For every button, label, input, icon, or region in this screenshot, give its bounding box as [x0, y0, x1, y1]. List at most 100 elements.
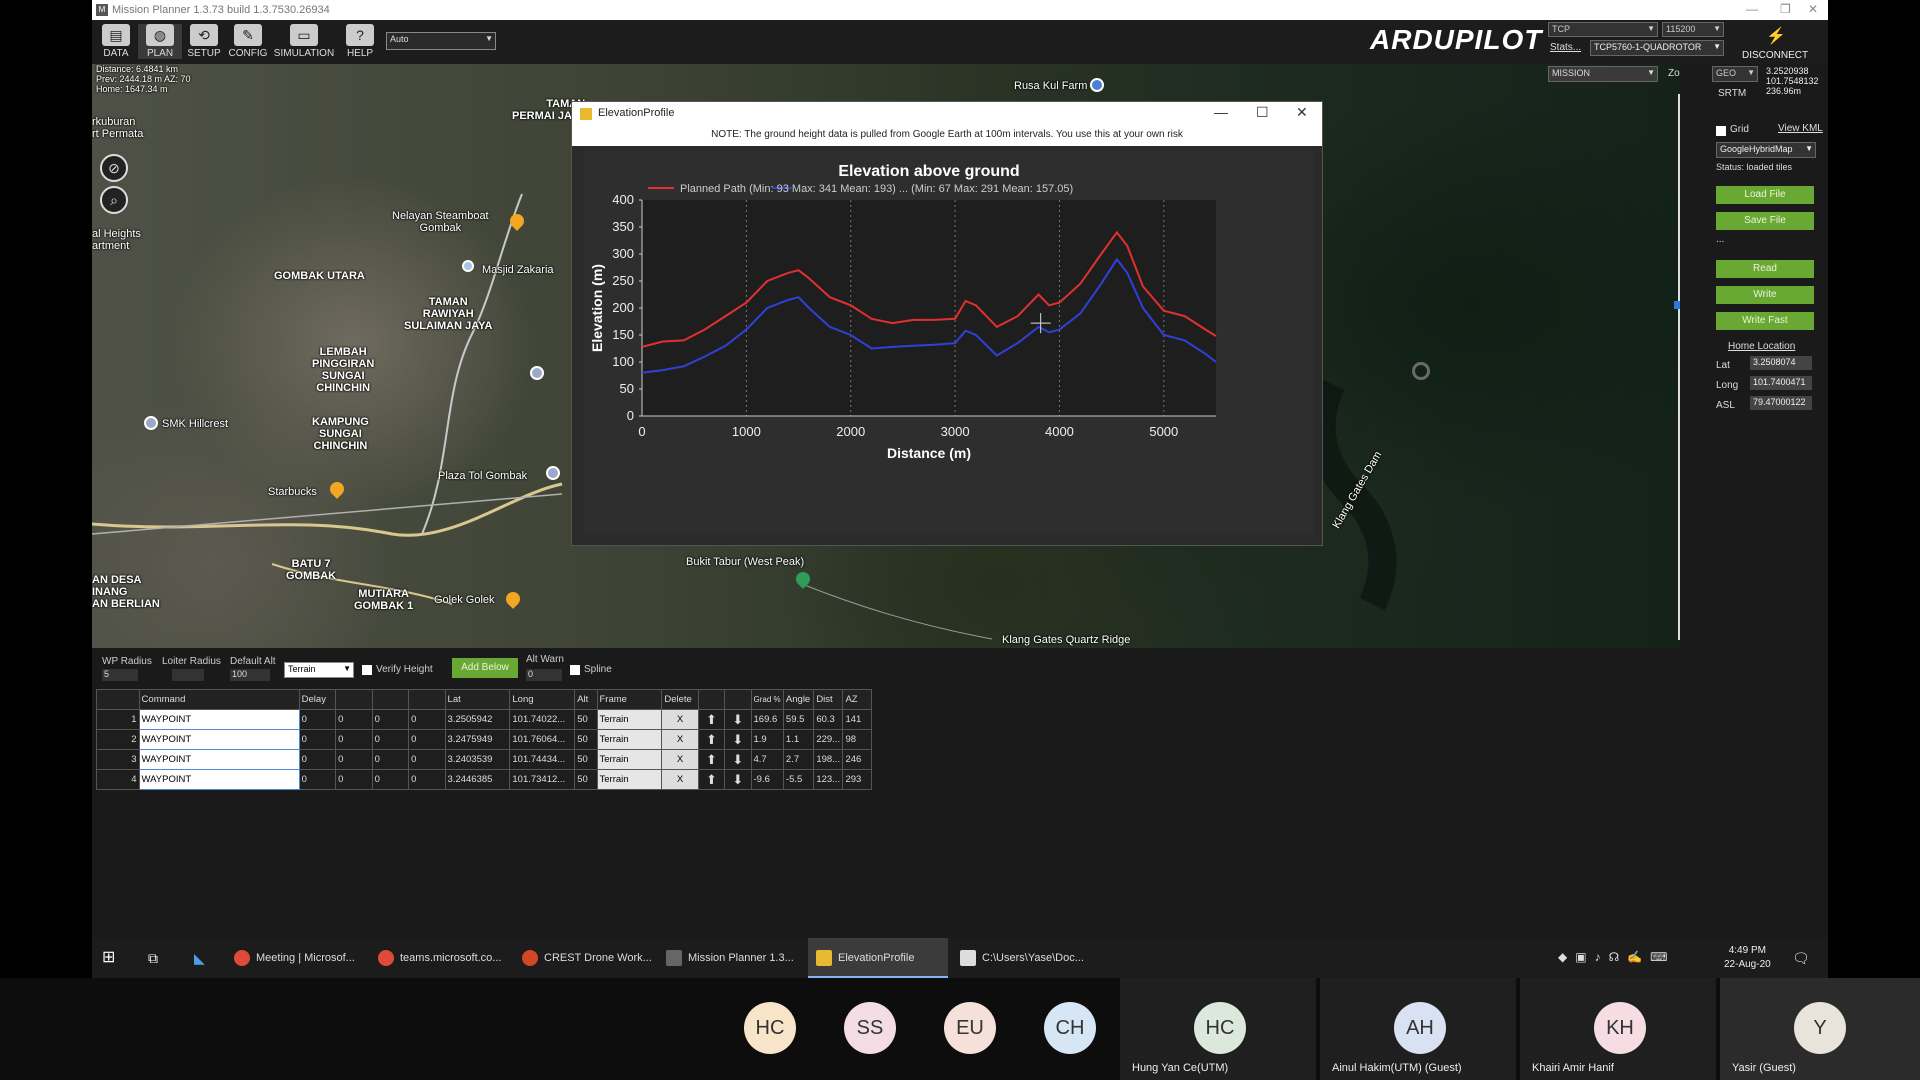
table-row[interactable]: 1 WAYPOINT 0 0 0 0 3.2505942 101.74022... 50 Terr…	[96, 709, 872, 730]
cell-angle[interactable]: 1.1	[782, 729, 815, 750]
maximize-button[interactable]: ☐	[1256, 104, 1269, 121]
cell-grad[interactable]: 1.9	[750, 729, 784, 750]
place-pin-icon[interactable]	[546, 466, 560, 480]
delete-button[interactable]: X	[661, 769, 699, 790]
place-pin-icon[interactable]	[1090, 78, 1104, 92]
command-select[interactable]: WAYPOINT	[138, 749, 300, 770]
cell-lng[interactable]: 101.73412...	[509, 769, 576, 790]
cell-angle[interactable]: -5.5	[782, 769, 815, 790]
cell-lat[interactable]: 3.2446385	[444, 769, 511, 790]
minimize-button[interactable]: —	[1746, 2, 1758, 16]
participant-tile[interactable]: HC Hung Yan Ce(UTM)	[1120, 978, 1316, 1080]
cell-lng[interactable]: 101.74434...	[509, 749, 576, 770]
participant-avatar[interactable]: EU	[944, 1002, 996, 1054]
connection-type-select[interactable]: TCP ▼	[1548, 22, 1658, 37]
delete-button[interactable]: X	[661, 709, 699, 730]
cell-p4[interactable]: 0	[408, 709, 446, 730]
elevation-chart[interactable]: 0 1000 2000 3000 4000 5000 0 50 100 150 200 250 300 3…	[584, 150, 1314, 535]
cell-az[interactable]: 293	[842, 769, 872, 790]
participant-tile[interactable]: Y Yasir (Guest)	[1720, 978, 1920, 1080]
command-select[interactable]: WAYPOINT	[138, 709, 300, 730]
taskbar-item-active[interactable]: ElevationProfile	[808, 938, 948, 978]
taskbar-item[interactable]: Meeting | Microsof...	[226, 938, 366, 978]
cell-grad[interactable]: 169.6	[750, 709, 784, 730]
home-asl-field[interactable]: 79.47000122	[1750, 396, 1812, 410]
frame-select[interactable]: Terrain	[596, 729, 663, 750]
zoom-tool-icon[interactable]: ⌕	[100, 186, 128, 214]
cell-d[interactable]: 0	[298, 769, 337, 790]
cell-lng[interactable]: 101.76064...	[509, 729, 576, 750]
cell-dist[interactable]: 229...	[813, 729, 844, 750]
save-file-button[interactable]: Save File	[1716, 212, 1814, 230]
cell-az[interactable]: 98	[842, 729, 872, 750]
mission-select[interactable]: MISSION ▼	[1548, 66, 1658, 82]
participant-avatar[interactable]: HC	[744, 1002, 796, 1054]
place-pin-icon[interactable]	[462, 260, 474, 272]
waypoint-marker[interactable]	[1412, 362, 1430, 380]
windows-start-icon[interactable]: ⊞	[102, 950, 118, 966]
cell-angle[interactable]: 59.5	[782, 709, 815, 730]
verify-height-checkbox[interactable]	[362, 665, 372, 675]
write-button[interactable]: Write	[1716, 286, 1814, 304]
command-select[interactable]: WAYPOINT	[138, 769, 300, 790]
help-tab[interactable]: ? HELP	[338, 24, 382, 59]
cell-p3[interactable]: 0	[371, 729, 410, 750]
cell-dist[interactable]: 60.3	[813, 709, 844, 730]
home-location-link[interactable]: Home Location	[1728, 341, 1795, 352]
coord-system-select[interactable]: GEO ▼	[1712, 66, 1758, 82]
delete-button[interactable]: X	[661, 749, 699, 770]
cell-angle[interactable]: 2.7	[782, 749, 815, 770]
cell-d[interactable]: 0	[298, 749, 337, 770]
cell-dist[interactable]: 198...	[813, 749, 844, 770]
alt-warn-field[interactable]: 0	[526, 669, 562, 681]
pinned-app-icon[interactable]: ◣	[194, 950, 210, 966]
table-row[interactable]: 2 WAYPOINT 0 0 0 0 3.2475949 101.76064... 50 Terr…	[96, 729, 872, 750]
move-up-icon[interactable]: ⬆	[697, 749, 726, 770]
move-down-icon[interactable]: ⬇	[724, 769, 752, 790]
add-below-button[interactable]: Add Below	[452, 658, 518, 678]
move-down-icon[interactable]: ⬇	[724, 749, 752, 770]
frame-select[interactable]: Terrain	[596, 749, 663, 770]
map-type-select[interactable]: GoogleHybridMap ▼	[1716, 142, 1816, 158]
read-button[interactable]: Read	[1716, 260, 1814, 278]
cell-alt[interactable]: 50	[574, 709, 598, 730]
config-tab[interactable]: ✎ CONFIG	[226, 24, 270, 59]
school-pin-icon[interactable]	[144, 416, 158, 430]
home-lat-field[interactable]: 3.2508074	[1750, 356, 1812, 370]
minimize-button[interactable]: —	[1214, 104, 1228, 120]
table-row[interactable]: 4 WAYPOINT 0 0 0 0 3.2446385 101.73412... 50 Terr…	[96, 769, 872, 790]
cell-p4[interactable]: 0	[408, 729, 446, 750]
close-button[interactable]: ✕	[1296, 104, 1308, 121]
grid-checkbox[interactable]	[1716, 126, 1726, 136]
baud-select[interactable]: 115200 ▼	[1662, 22, 1724, 37]
simulation-tab[interactable]: ▭ SIMULATION	[272, 24, 336, 59]
loiter-radius-field[interactable]	[172, 669, 204, 681]
altitude-frame-select[interactable]: Terrain ▼	[284, 662, 354, 678]
move-up-icon[interactable]: ⬆	[697, 769, 726, 790]
cell-p2[interactable]: 0	[335, 729, 373, 750]
view-kml-link[interactable]: View KML	[1778, 123, 1823, 134]
close-button[interactable]: ✕	[1808, 2, 1818, 16]
frame-select[interactable]: Terrain	[596, 769, 663, 790]
cell-p2[interactable]: 0	[335, 749, 373, 770]
cell-lat[interactable]: 3.2403539	[444, 749, 511, 770]
maximize-button[interactable]: ❐	[1780, 2, 1791, 16]
cell-lat[interactable]: 3.2475949	[444, 729, 511, 750]
taskbar-item[interactable]: CREST Drone Work...	[514, 938, 654, 978]
table-row[interactable]: 3 WAYPOINT 0 0 0 0 3.2403539 101.74434... 50 Terr…	[96, 749, 872, 770]
participant-tile[interactable]: KH Khairi Amir Hanif	[1520, 978, 1716, 1080]
notifications-icon[interactable]: 🗨	[1792, 950, 1810, 967]
delete-button[interactable]: X	[661, 729, 699, 750]
taskbar-item[interactable]: C:\Users\Yase\Doc...	[952, 938, 1102, 978]
disconnect-button[interactable]: DISCONNECT	[1742, 50, 1808, 61]
wp-radius-field[interactable]: 5	[102, 669, 138, 681]
cell-d[interactable]: 0	[298, 729, 337, 750]
cell-az[interactable]: 141	[842, 709, 872, 730]
cell-alt[interactable]: 50	[574, 729, 598, 750]
cell-p3[interactable]: 0	[371, 769, 410, 790]
cell-p4[interactable]: 0	[408, 749, 446, 770]
cell-d[interactable]: 0	[298, 709, 337, 730]
cell-grad[interactable]: 4.7	[750, 749, 784, 770]
cell-lng[interactable]: 101.74022...	[509, 709, 576, 730]
home-long-field[interactable]: 101.7400471	[1750, 376, 1812, 390]
